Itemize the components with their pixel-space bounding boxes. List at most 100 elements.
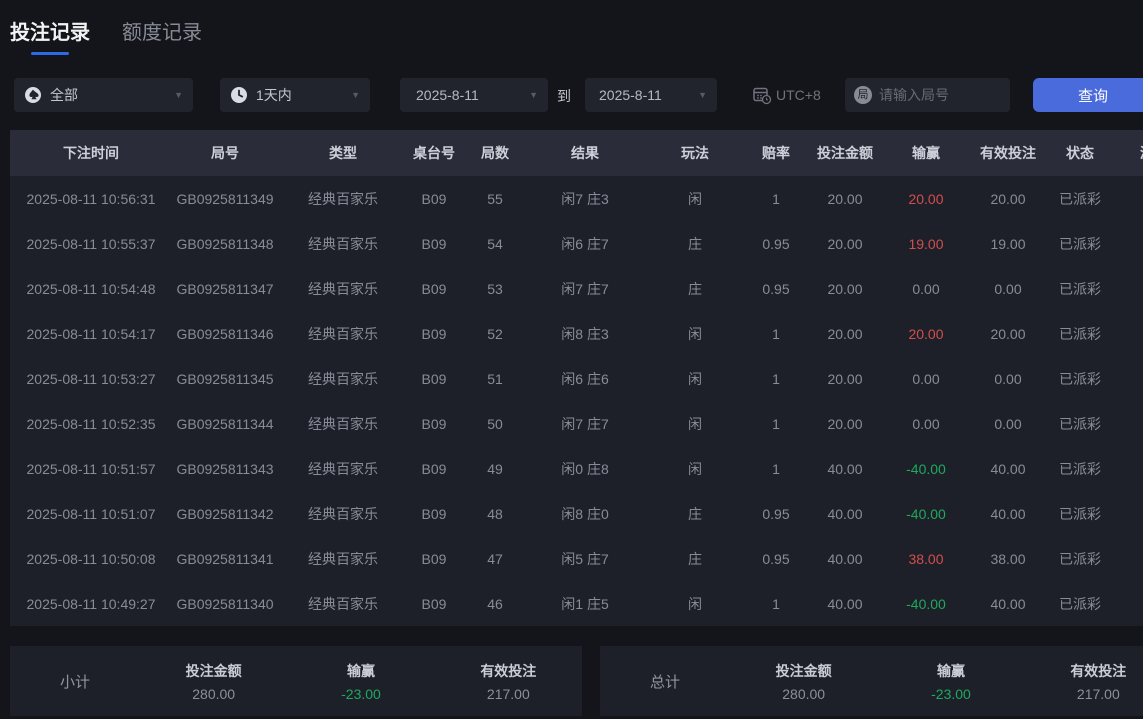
cell-type: 经典百家乐 <box>278 504 408 524</box>
cell-game[interactable]: 入 <box>1108 189 1143 209</box>
cell-game[interactable]: 入 <box>1108 279 1143 299</box>
col-header-count: 局数 <box>460 143 530 163</box>
cell-count: 46 <box>460 596 530 612</box>
cell-winloss: 0.00 <box>888 416 964 432</box>
cell-status: 已派彩 <box>1052 234 1108 254</box>
tab-label: 额度记录 <box>122 22 202 44</box>
cell-odds: 1 <box>750 461 802 477</box>
cell-count: 54 <box>460 236 530 252</box>
tab-quota-records[interactable]: 额度记录 <box>122 16 202 55</box>
cell-play: 闲 <box>640 414 750 434</box>
cell-table_no: B09 <box>408 281 460 297</box>
cell-status: 已派彩 <box>1052 369 1108 389</box>
cell-round: GB0925811343 <box>172 461 278 477</box>
cell-round: GB0925811348 <box>172 236 278 252</box>
cell-valid: 40.00 <box>964 506 1052 522</box>
cell-time: 2025-08-11 10:56:31 <box>10 191 172 207</box>
cell-count: 52 <box>460 326 530 342</box>
cell-table_no: B09 <box>408 416 460 432</box>
total-winloss-label: 输赢 <box>877 661 1024 681</box>
total-panel: 总计 投注金额 280.00 输赢 -23.00 有效投注 217.00 <box>600 646 1143 716</box>
round-number-field[interactable]: 局 <box>845 78 1010 112</box>
cell-round: GB0925811346 <box>172 326 278 342</box>
total-winloss-value: -23.00 <box>877 686 1024 702</box>
cell-count: 48 <box>460 506 530 522</box>
cell-round: GB0925811342 <box>172 506 278 522</box>
subtotal-winloss: 输赢 -23.00 <box>287 661 434 702</box>
cell-odds: 1 <box>750 371 802 387</box>
cell-time: 2025-08-11 10:49:27 <box>10 596 172 612</box>
cell-odds: 1 <box>750 326 802 342</box>
cell-odds: 0.95 <box>750 506 802 522</box>
cell-status: 已派彩 <box>1052 414 1108 434</box>
cell-game[interactable]: 入 <box>1108 504 1143 524</box>
chevron-down-icon: ▼ <box>351 90 360 100</box>
subtotal-bet-value: 280.00 <box>140 686 287 702</box>
cell-valid: 20.00 <box>964 326 1052 342</box>
cell-winloss: -40.00 <box>888 461 964 477</box>
cell-result: 闲5 庄7 <box>530 549 640 569</box>
active-tab-underline <box>31 52 69 55</box>
cell-game[interactable]: 入 <box>1108 369 1143 389</box>
calendar-clock-icon <box>752 85 772 105</box>
cell-play: 庄 <box>640 504 750 524</box>
cell-valid: 0.00 <box>964 416 1052 432</box>
cell-bet: 40.00 <box>802 551 888 567</box>
query-button[interactable]: 查询 <box>1033 78 1143 112</box>
cell-winloss: 0.00 <box>888 281 964 297</box>
cell-bet: 40.00 <box>802 506 888 522</box>
total-valid-value: 217.00 <box>1025 686 1143 702</box>
cell-winloss: 38.00 <box>888 551 964 567</box>
subtotal-valid: 有效投注 217.00 <box>435 661 582 702</box>
game-type-value: 全部 <box>50 85 78 105</box>
date-to-value: 2025-8-11 <box>599 87 662 103</box>
subtotal-bet: 投注金额 280.00 <box>140 661 287 702</box>
cell-table_no: B09 <box>408 326 460 342</box>
cell-count: 49 <box>460 461 530 477</box>
cell-bet: 20.00 <box>802 326 888 342</box>
table-row: 2025-08-11 10:55:37GB0925811348经典百家乐B095… <box>10 221 1143 266</box>
table-row: 2025-08-11 10:51:07GB0925811342经典百家乐B094… <box>10 491 1143 536</box>
cell-odds: 1 <box>750 596 802 612</box>
cell-type: 经典百家乐 <box>278 324 408 344</box>
cell-round: GB0925811344 <box>172 416 278 432</box>
cell-valid: 40.00 <box>964 461 1052 477</box>
subtotal-winloss-value: -23.00 <box>287 686 434 702</box>
cell-game[interactable]: 入 <box>1108 414 1143 434</box>
filter-bar: 全部 ▼ 1天内 ▼ 2025-8-11 ▼ 到 2025-8-11 ▼ <box>0 78 1143 112</box>
col-header-winloss: 输赢 <box>888 143 964 163</box>
table-row: 2025-08-11 10:52:35GB0925811344经典百家乐B095… <box>10 401 1143 446</box>
tab-bet-records[interactable]: 投注记录 <box>10 16 90 55</box>
cell-table_no: B09 <box>408 506 460 522</box>
cell-time: 2025-08-11 10:54:17 <box>10 326 172 342</box>
cell-winloss: 20.00 <box>888 326 964 342</box>
cell-game[interactable]: 入 <box>1108 594 1143 614</box>
tab-bar: 投注记录 额度记录 <box>10 16 202 55</box>
cell-game[interactable]: 入 <box>1108 324 1143 344</box>
date-to-select[interactable]: 2025-8-11 ▼ <box>585 78 717 112</box>
date-from-select[interactable]: 2025-8-11 ▼ <box>400 78 548 112</box>
table-header: 下注时间 局号 类型 桌台号 局数 结果 玩法 赔率 投注金额 输赢 有效投注 … <box>10 130 1143 176</box>
game-type-select[interactable]: 全部 ▼ <box>14 78 193 112</box>
date-from-value: 2025-8-11 <box>416 87 479 103</box>
col-header-odds: 赔率 <box>750 143 802 163</box>
to-label: 到 <box>557 86 571 106</box>
round-number-input[interactable] <box>879 87 989 103</box>
cell-game[interactable]: 入 <box>1108 549 1143 569</box>
table-row: 2025-08-11 10:51:57GB0925811343经典百家乐B094… <box>10 446 1143 491</box>
cell-bet: 40.00 <box>802 596 888 612</box>
bet-records-table: 下注时间 局号 类型 桌台号 局数 结果 玩法 赔率 投注金额 输赢 有效投注 … <box>10 130 1143 626</box>
cell-result: 闲8 庄0 <box>530 504 640 524</box>
subtotal-label: 小计 <box>10 671 140 692</box>
spade-icon <box>24 86 42 104</box>
cell-winloss: -40.00 <box>888 506 964 522</box>
cell-valid: 40.00 <box>964 596 1052 612</box>
cell-odds: 0.95 <box>750 236 802 252</box>
chevron-down-icon: ▼ <box>174 90 183 100</box>
time-range-select[interactable]: 1天内 ▼ <box>220 78 370 112</box>
cell-result: 闲1 庄5 <box>530 594 640 614</box>
cell-game[interactable]: 入 <box>1108 459 1143 479</box>
cell-type: 经典百家乐 <box>278 234 408 254</box>
cell-table_no: B09 <box>408 461 460 477</box>
cell-game[interactable]: 入 <box>1108 234 1143 254</box>
